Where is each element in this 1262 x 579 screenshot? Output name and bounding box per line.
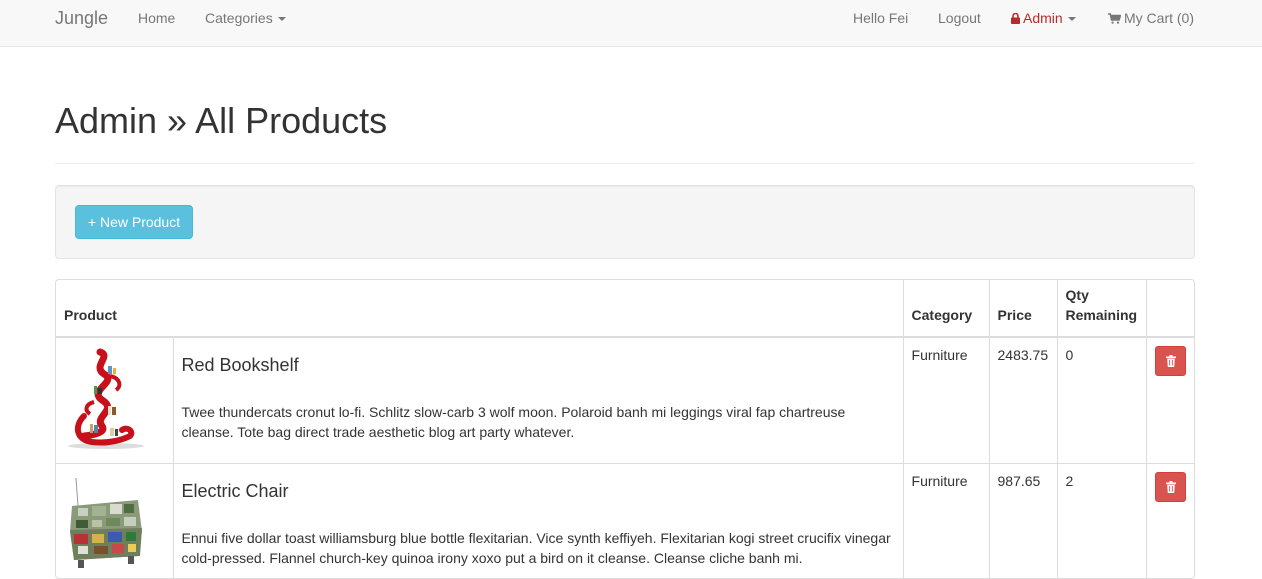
top-navbar: Jungle Home Categories Hello Fei Logout … [0,0,1262,47]
delete-product-button[interactable] [1155,346,1186,376]
product-description: Twee thundercats cronut lo-fi. Schlitz s… [182,402,895,442]
header-qty-remaining: Qty Remaining [1057,280,1146,337]
table-header-row: Product Category Price Qty Remaining [56,280,1194,337]
header-qty-line2: Remaining [1066,307,1138,323]
product-image-cell [56,337,173,463]
caret-down-icon [1068,17,1076,21]
table-row: Red Bookshelf Twee thundercats cronut lo… [56,337,1194,463]
product-category: Furniture [903,337,989,463]
header-category: Category [903,280,989,337]
nav-home-link[interactable]: Home [138,0,175,37]
nav-categories-label: Categories [205,10,273,26]
caret-down-icon [278,17,286,21]
product-qty: 2 [1057,463,1146,579]
products-table: Product Category Price Qty Remaining [56,280,1194,579]
red-bookshelf-image [64,346,146,454]
product-image-cell [56,463,173,579]
products-table-panel: Product Category Price Qty Remaining [55,279,1195,579]
greeting-text: Hello Fei [853,0,908,37]
lock-icon [1011,13,1020,24]
header-product: Product [56,280,903,337]
logout-link[interactable]: Logout [938,0,981,37]
page-title: Admin » All Products [55,100,387,142]
nav-categories-dropdown[interactable]: Categories [205,0,286,37]
table-row: Electric Chair Ennui five dollar toast w… [56,463,1194,579]
product-name[interactable]: Red Bookshelf [182,354,895,376]
nav-cart-label: My Cart (0) [1124,10,1194,26]
brand-link[interactable]: Jungle [55,0,108,37]
nav-admin-dropdown[interactable]: Admin [1011,0,1076,37]
cart-icon [1108,13,1121,24]
delete-product-button[interactable] [1155,472,1186,502]
trash-icon [1166,481,1176,493]
product-price: 987.65 [989,463,1057,579]
actions-cell [1146,463,1194,579]
nav-admin-label: Admin [1023,10,1063,26]
trash-icon [1166,355,1176,367]
actions-cell [1146,337,1194,463]
product-name[interactable]: Electric Chair [182,480,895,502]
actions-well: + New Product [55,185,1195,259]
header-actions [1146,280,1194,337]
product-description: Ennui five dollar toast williamsburg blu… [182,528,895,568]
electric-chair-image [64,472,146,579]
nav-cart-link[interactable]: My Cart (0) [1108,0,1194,37]
new-product-button[interactable]: + New Product [75,205,193,239]
product-info-cell: Red Bookshelf Twee thundercats cronut lo… [173,337,903,463]
product-qty: 0 [1057,337,1146,463]
product-category: Furniture [903,463,989,579]
product-price: 2483.75 [989,337,1057,463]
header-qty-line1: Qty [1066,287,1089,303]
header-price: Price [989,280,1057,337]
title-divider [55,163,1195,164]
product-info-cell: Electric Chair Ennui five dollar toast w… [173,463,903,579]
